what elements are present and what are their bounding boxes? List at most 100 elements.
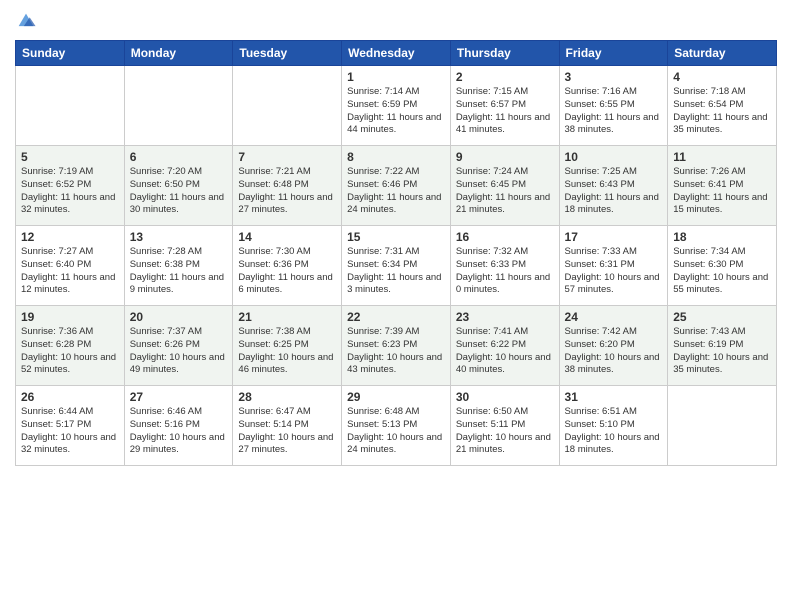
calendar-cell: 7Sunrise: 7:21 AM Sunset: 6:48 PM Daylig… [233,146,342,226]
day-info: Sunrise: 6:51 AM Sunset: 5:10 PM Dayligh… [565,406,663,457]
day-number: 1 [347,70,445,84]
calendar-table: SundayMondayTuesdayWednesdayThursdayFrid… [15,40,777,466]
day-number: 6 [130,150,228,164]
day-info: Sunrise: 7:33 AM Sunset: 6:31 PM Dayligh… [565,246,663,297]
day-number: 28 [238,390,336,404]
calendar-cell: 22Sunrise: 7:39 AM Sunset: 6:23 PM Dayli… [342,306,451,386]
calendar-cell: 15 Sunrise: 7:31 AM Sunset: 6:34 PM Dayli… [342,226,451,306]
day-number: 22 [347,310,445,324]
day-info: Sunrise: 7:16 AM Sunset: 6:55 PM Dayligh… [565,86,663,137]
day-number: 11 [673,150,771,164]
day-number: 4 [673,70,771,84]
weekday-header-tuesday: Tuesday [233,41,342,66]
calendar-cell: 20 Sunrise: 7:37 AM Sunset: 6:26 PM Dayli… [124,306,233,386]
logo [15,10,41,32]
calendar-cell: 14Sunrise: 7:30 AM Sunset: 6:36 PM Dayli… [233,226,342,306]
calendar-cell: 2 Sunrise: 7:15 AM Sunset: 6:57 PM Daylig… [450,66,559,146]
calendar-week-row: 1 Sunrise: 7:14 AM Sunset: 6:59 PM Daylig… [16,66,777,146]
day-info: Sunrise: 7:15 AM Sunset: 6:57 PM Dayligh… [456,86,554,137]
weekday-header-sunday: Sunday [16,41,125,66]
day-info: Sunrise: 7:19 AM Sunset: 6:52 PM Dayligh… [21,166,119,217]
day-info: Sunrise: 7:42 AM Sunset: 6:20 PM Dayligh… [565,326,663,377]
day-number: 30 [456,390,554,404]
calendar-cell: 31Sunrise: 6:51 AM Sunset: 5:10 PM Dayli… [559,386,668,466]
weekday-header-monday: Monday [124,41,233,66]
calendar-cell: 1 Sunrise: 7:14 AM Sunset: 6:59 PM Daylig… [342,66,451,146]
calendar-cell: 16Sunrise: 7:32 AM Sunset: 6:33 PM Dayli… [450,226,559,306]
day-number: 24 [565,310,663,324]
day-info: Sunrise: 6:46 AM Sunset: 5:16 PM Dayligh… [130,406,228,457]
calendar-cell: 19Sunrise: 7:36 AM Sunset: 6:28 PM Dayli… [16,306,125,386]
weekday-header-saturday: Saturday [668,41,777,66]
day-info: Sunrise: 6:50 AM Sunset: 5:11 PM Dayligh… [456,406,554,457]
weekday-header-row: SundayMondayTuesdayWednesdayThursdayFrid… [16,41,777,66]
calendar-cell [233,66,342,146]
calendar-cell: 18 Sunrise: 7:34 AM Sunset: 6:30 PM Dayli… [668,226,777,306]
day-number: 12 [21,230,119,244]
calendar-cell: 27 Sunrise: 6:46 AM Sunset: 5:16 PM Dayli… [124,386,233,466]
calendar-cell: 30 Sunrise: 6:50 AM Sunset: 5:11 PM Dayli… [450,386,559,466]
calendar-cell [668,386,777,466]
calendar-week-row: 12 Sunrise: 7:27 AM Sunset: 6:40 PM Dayli… [16,226,777,306]
day-number: 21 [238,310,336,324]
day-number: 13 [130,230,228,244]
logo-icon [15,10,37,32]
day-info: Sunrise: 7:41 AM Sunset: 6:22 PM Dayligh… [456,326,554,377]
calendar-cell: 11 Sunrise: 7:26 AM Sunset: 6:41 PM Dayli… [668,146,777,226]
calendar-cell: 13 Sunrise: 7:28 AM Sunset: 6:38 PM Dayli… [124,226,233,306]
day-info: Sunrise: 7:30 AM Sunset: 6:36 PM Dayligh… [238,246,336,297]
day-info: Sunrise: 7:38 AM Sunset: 6:25 PM Dayligh… [238,326,336,377]
day-info: Sunrise: 7:21 AM Sunset: 6:48 PM Dayligh… [238,166,336,217]
weekday-header-wednesday: Wednesday [342,41,451,66]
day-info: Sunrise: 7:25 AM Sunset: 6:43 PM Dayligh… [565,166,663,217]
calendar-cell: 9Sunrise: 7:24 AM Sunset: 6:45 PM Daylig… [450,146,559,226]
calendar-cell [124,66,233,146]
calendar-cell: 17 Sunrise: 7:33 AM Sunset: 6:31 PM Dayli… [559,226,668,306]
weekday-header-friday: Friday [559,41,668,66]
day-info: Sunrise: 7:37 AM Sunset: 6:26 PM Dayligh… [130,326,228,377]
calendar-cell: 8 Sunrise: 7:22 AM Sunset: 6:46 PM Daylig… [342,146,451,226]
day-number: 2 [456,70,554,84]
day-info: Sunrise: 7:14 AM Sunset: 6:59 PM Dayligh… [347,86,445,137]
calendar-cell: 6 Sunrise: 7:20 AM Sunset: 6:50 PM Daylig… [124,146,233,226]
calendar-cell: 5 Sunrise: 7:19 AM Sunset: 6:52 PM Daylig… [16,146,125,226]
day-info: Sunrise: 7:26 AM Sunset: 6:41 PM Dayligh… [673,166,771,217]
day-info: Sunrise: 7:34 AM Sunset: 6:30 PM Dayligh… [673,246,771,297]
day-info: Sunrise: 6:47 AM Sunset: 5:14 PM Dayligh… [238,406,336,457]
day-info: Sunrise: 7:28 AM Sunset: 6:38 PM Dayligh… [130,246,228,297]
weekday-header-thursday: Thursday [450,41,559,66]
day-info: Sunrise: 7:32 AM Sunset: 6:33 PM Dayligh… [456,246,554,297]
day-number: 10 [565,150,663,164]
day-number: 18 [673,230,771,244]
calendar-cell: 3Sunrise: 7:16 AM Sunset: 6:55 PM Daylig… [559,66,668,146]
calendar-cell: 12 Sunrise: 7:27 AM Sunset: 6:40 PM Dayli… [16,226,125,306]
day-info: Sunrise: 6:48 AM Sunset: 5:13 PM Dayligh… [347,406,445,457]
day-number: 8 [347,150,445,164]
calendar-week-row: 26 Sunrise: 6:44 AM Sunset: 5:17 PM Dayli… [16,386,777,466]
day-number: 5 [21,150,119,164]
day-info: Sunrise: 7:31 AM Sunset: 6:34 PM Dayligh… [347,246,445,297]
day-number: 17 [565,230,663,244]
calendar-cell: 28 Sunrise: 6:47 AM Sunset: 5:14 PM Dayli… [233,386,342,466]
day-info: Sunrise: 7:20 AM Sunset: 6:50 PM Dayligh… [130,166,228,217]
day-number: 20 [130,310,228,324]
day-info: Sunrise: 7:18 AM Sunset: 6:54 PM Dayligh… [673,86,771,137]
day-number: 27 [130,390,228,404]
calendar-cell: 24 Sunrise: 7:42 AM Sunset: 6:20 PM Dayli… [559,306,668,386]
page: SundayMondayTuesdayWednesdayThursdayFrid… [0,0,792,612]
calendar-cell: 10 Sunrise: 7:25 AM Sunset: 6:43 PM Dayli… [559,146,668,226]
day-number: 15 [347,230,445,244]
day-info: Sunrise: 7:27 AM Sunset: 6:40 PM Dayligh… [21,246,119,297]
calendar-cell: 4 Sunrise: 7:18 AM Sunset: 6:54 PM Daylig… [668,66,777,146]
day-info: Sunrise: 6:44 AM Sunset: 5:17 PM Dayligh… [21,406,119,457]
calendar-cell [16,66,125,146]
day-info: Sunrise: 7:36 AM Sunset: 6:28 PM Dayligh… [21,326,119,377]
day-number: 25 [673,310,771,324]
calendar-cell: 26 Sunrise: 6:44 AM Sunset: 5:17 PM Dayli… [16,386,125,466]
day-info: Sunrise: 7:24 AM Sunset: 6:45 PM Dayligh… [456,166,554,217]
day-info: Sunrise: 7:43 AM Sunset: 6:19 PM Dayligh… [673,326,771,377]
day-info: Sunrise: 7:22 AM Sunset: 6:46 PM Dayligh… [347,166,445,217]
calendar-cell: 29Sunrise: 6:48 AM Sunset: 5:13 PM Dayli… [342,386,451,466]
day-number: 26 [21,390,119,404]
calendar-cell: 25 Sunrise: 7:43 AM Sunset: 6:19 PM Dayli… [668,306,777,386]
